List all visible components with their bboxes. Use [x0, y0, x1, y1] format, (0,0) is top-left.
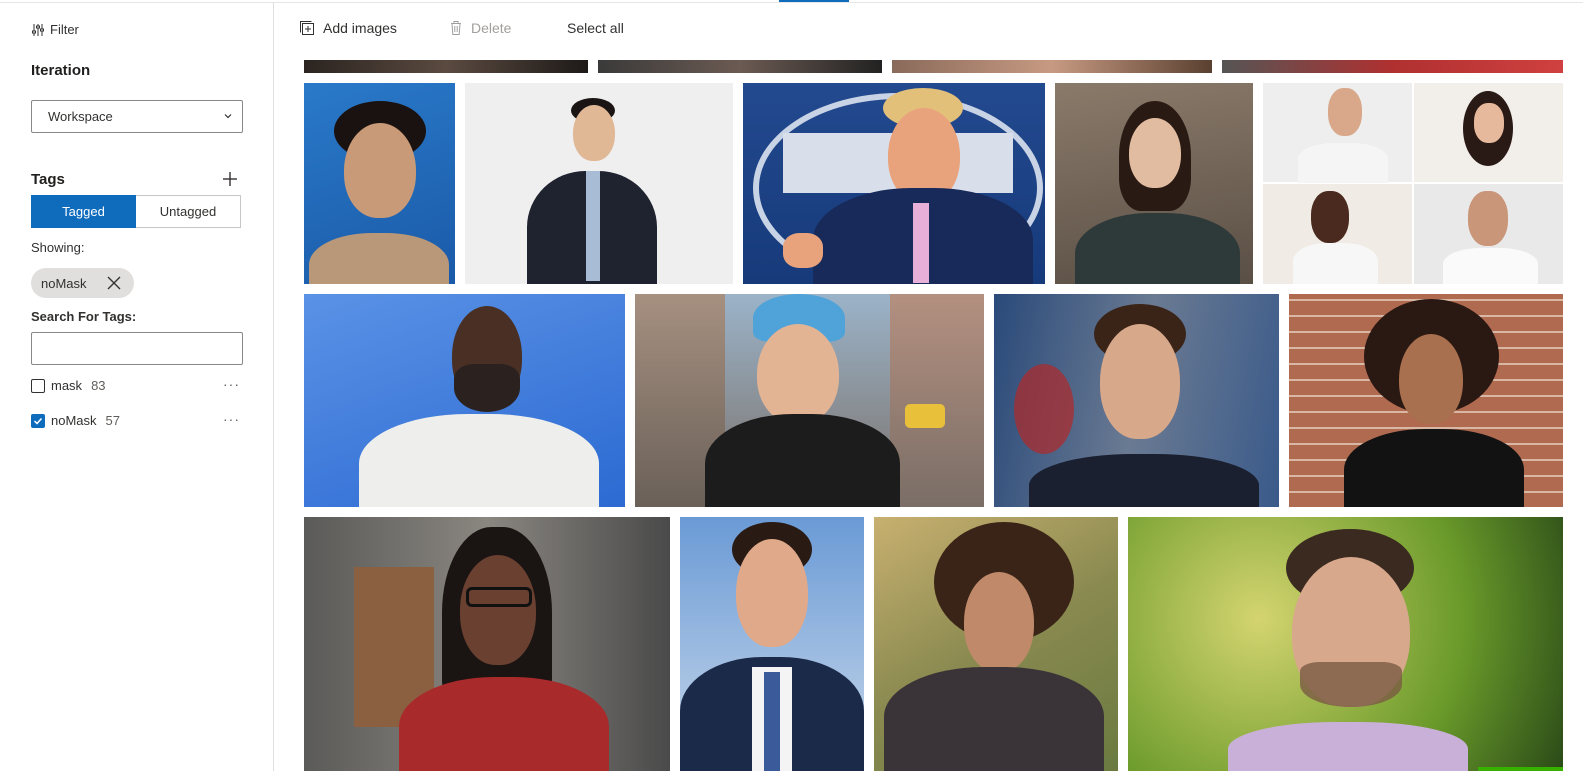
- more-options-icon[interactable]: ···: [223, 411, 240, 427]
- close-icon[interactable]: [107, 276, 121, 290]
- filter-button[interactable]: Filter: [31, 22, 79, 37]
- chevron-down-icon: [224, 114, 232, 119]
- select-all-button[interactable]: Select all: [567, 20, 624, 36]
- filter-label: Filter: [50, 22, 79, 37]
- image-thumbnail[interactable]: [304, 60, 588, 73]
- active-filter-chip: noMask: [31, 268, 134, 298]
- image-thumbnail[interactable]: [892, 60, 1212, 73]
- filter-icon: [32, 23, 44, 36]
- sidebar: Filter Iteration Workspace Tags Tagged U…: [0, 3, 274, 771]
- iteration-value: Workspace: [48, 109, 113, 124]
- tag-name: noMask: [51, 413, 97, 428]
- tag-row-mask: mask 83 ···: [31, 376, 243, 393]
- iteration-dropdown[interactable]: Workspace: [31, 100, 243, 133]
- add-tag-icon[interactable]: [221, 170, 239, 188]
- image-thumbnail[interactable]: [994, 294, 1279, 507]
- showing-label: Showing:: [31, 240, 85, 255]
- tag-checkbox-nomask[interactable]: [31, 413, 45, 428]
- image-thumbnail[interactable]: [635, 294, 984, 507]
- image-collage[interactable]: [1263, 83, 1563, 284]
- search-tags-label: Search For Tags:: [31, 309, 137, 324]
- status-strip: [1478, 767, 1563, 771]
- tags-title: Tags: [31, 171, 65, 188]
- image-thumbnail[interactable]: [680, 517, 864, 771]
- image-thumbnail[interactable]: [874, 517, 1118, 771]
- image-thumbnail[interactable]: [1222, 60, 1563, 73]
- trash-icon: [451, 21, 461, 35]
- image-thumbnail[interactable]: [304, 83, 455, 284]
- image-thumbnail[interactable]: [598, 60, 882, 73]
- iteration-title: Iteration: [31, 62, 91, 79]
- image-thumbnail[interactable]: [1055, 83, 1253, 284]
- add-images-button[interactable]: Add images: [299, 20, 397, 36]
- select-all-label: Select all: [567, 20, 624, 36]
- add-image-icon: [300, 21, 314, 35]
- tagged-toggle[interactable]: Tagged: [31, 195, 136, 228]
- tag-count: 57: [105, 413, 120, 428]
- tag-name: mask: [51, 378, 83, 393]
- checkmark-icon: [33, 417, 43, 425]
- tag-count: 83: [91, 378, 106, 393]
- search-tags-input[interactable]: [31, 332, 243, 365]
- image-thumbnail[interactable]: [465, 83, 733, 284]
- tag-row-nomask: noMask 57 ···: [31, 411, 243, 428]
- image-thumbnail[interactable]: [1289, 294, 1563, 507]
- tag-filter-toggle: Tagged Untagged: [31, 195, 241, 228]
- image-thumbnail[interactable]: [1128, 517, 1563, 771]
- image-thumbnail[interactable]: [304, 294, 625, 507]
- add-images-label: Add images: [323, 20, 397, 36]
- untagged-toggle[interactable]: Untagged: [136, 195, 241, 228]
- image-thumbnail[interactable]: [304, 517, 670, 771]
- image-thumbnail[interactable]: [743, 83, 1045, 284]
- more-options-icon[interactable]: ···: [223, 376, 240, 392]
- delete-label: Delete: [471, 20, 512, 36]
- chip-label: noMask: [41, 275, 87, 291]
- delete-button[interactable]: Delete: [449, 20, 511, 36]
- tag-checkbox-mask[interactable]: [31, 378, 45, 393]
